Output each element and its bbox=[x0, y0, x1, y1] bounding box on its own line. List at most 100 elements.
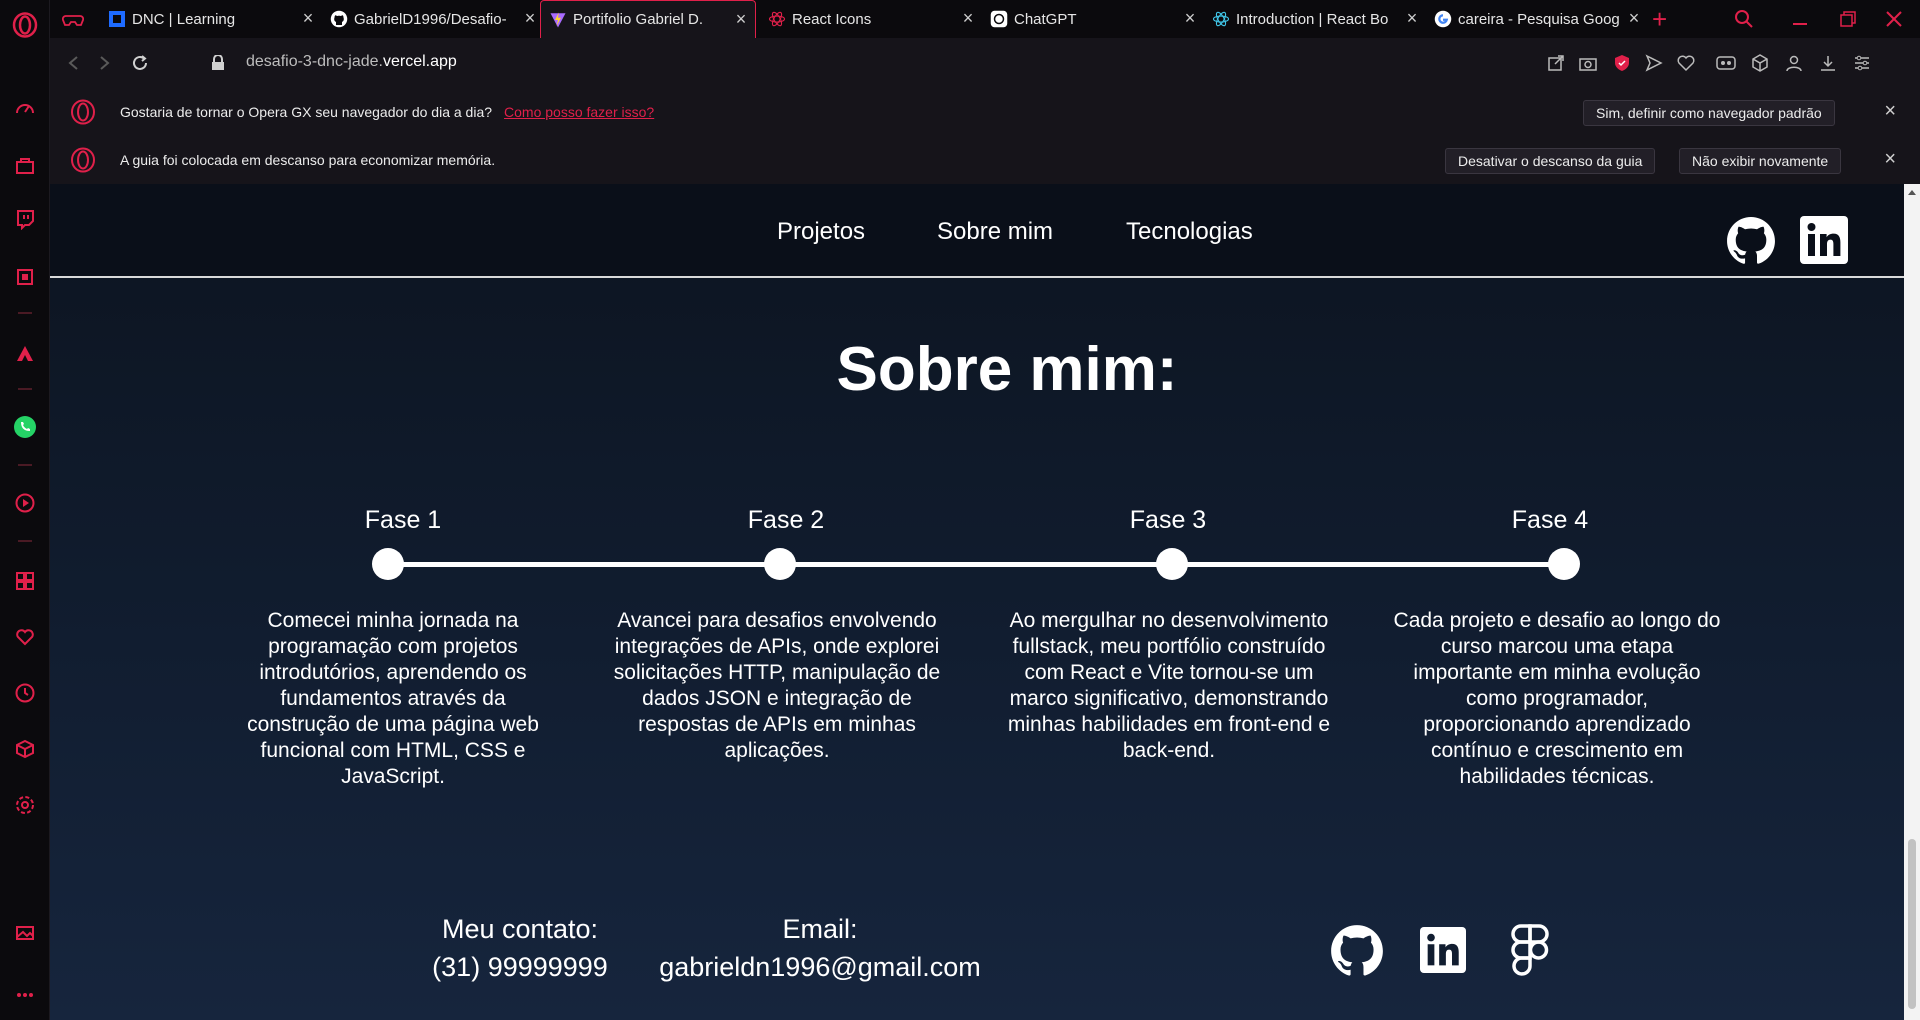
camera-icon[interactable] bbox=[1576, 51, 1600, 75]
close-icon[interactable]: × bbox=[1884, 149, 1896, 169]
how-to-link[interactable]: Como posso fazer isso? bbox=[504, 104, 654, 120]
send-icon[interactable] bbox=[1642, 51, 1666, 75]
settings-icon[interactable] bbox=[12, 792, 38, 818]
github-icon[interactable] bbox=[1330, 924, 1384, 978]
dnc-favicon-icon bbox=[108, 10, 126, 28]
site-header: Projetos Sobre mim Tecnologias bbox=[50, 184, 1904, 278]
chatgpt-favicon-icon bbox=[990, 10, 1008, 28]
tab-chatgpt[interactable]: ChatGPT × bbox=[982, 0, 1204, 38]
opera-logo-icon bbox=[70, 147, 96, 176]
opera-sidebar bbox=[0, 0, 50, 1020]
tab-title: careira - Pesquisa Goog bbox=[1458, 10, 1620, 28]
shopping-bag-icon[interactable] bbox=[12, 152, 38, 178]
tab-snooze-infobar: A guia foi colocada em descanso para eco… bbox=[50, 136, 1920, 184]
nav-sobre-mim[interactable]: Sobre mim bbox=[937, 218, 1053, 246]
gallery-icon[interactable] bbox=[12, 920, 38, 946]
set-default-button[interactable]: Sim, definir como navegador padrão bbox=[1583, 100, 1835, 126]
close-icon[interactable]: × bbox=[1884, 101, 1896, 121]
timeline-dot bbox=[1548, 548, 1580, 580]
email-label: Email: bbox=[782, 914, 858, 944]
lock-icon[interactable] bbox=[206, 51, 230, 75]
gamepad-icon[interactable] bbox=[60, 6, 86, 32]
adblock-shield-icon[interactable] bbox=[1610, 51, 1634, 75]
phase-label: Fase 2 bbox=[747, 506, 825, 534]
whatsapp-icon[interactable] bbox=[12, 414, 38, 440]
forward-icon[interactable] bbox=[92, 51, 116, 75]
timeline-dot bbox=[1156, 548, 1188, 580]
contact-email[interactable]: gabrieldn1996@gmail.com bbox=[610, 952, 1030, 983]
timeline-line bbox=[388, 562, 1566, 567]
page-scrollbar[interactable] bbox=[1904, 184, 1920, 1020]
url-field[interactable]: desafio-3-dnc-jade.vercel.app bbox=[246, 53, 457, 71]
linkedin-icon[interactable] bbox=[1800, 216, 1848, 264]
sidebar-separator bbox=[18, 388, 32, 390]
reload-icon[interactable] bbox=[128, 51, 152, 75]
tab-close-icon[interactable]: × bbox=[300, 9, 316, 27]
default-browser-infobar: Gostaria de tornar o Opera GX seu navega… bbox=[50, 88, 1920, 136]
scroll-up-icon[interactable] bbox=[1908, 190, 1916, 195]
profile-icon[interactable] bbox=[1782, 51, 1806, 75]
disable-snooze-button[interactable]: Desativar o descanso da guia bbox=[1445, 148, 1656, 174]
phase-description: Cada projeto e desafio ao longo do curso… bbox=[1393, 609, 1721, 788]
easy-setup-icon[interactable] bbox=[1850, 51, 1874, 75]
download-icon[interactable] bbox=[1816, 51, 1840, 75]
new-tab-plus-icon[interactable]: + bbox=[1652, 0, 1667, 38]
tab-close-icon[interactable]: × bbox=[733, 10, 749, 28]
tab-title: React Icons bbox=[792, 10, 872, 28]
phase-description: Avancei para desafios envolvendo integra… bbox=[613, 609, 941, 762]
more-icon[interactable] bbox=[12, 982, 38, 1008]
tab-github[interactable]: GabrielD1996/Desafio- × bbox=[322, 0, 544, 38]
url-prefix: desafio-3-dnc-jade. bbox=[246, 53, 383, 70]
share-icon[interactable] bbox=[1544, 51, 1568, 75]
section-title: Sobre mim: bbox=[836, 335, 1178, 404]
linkedin-icon[interactable] bbox=[1420, 927, 1468, 975]
history-icon[interactable] bbox=[12, 680, 38, 706]
nav-projetos[interactable]: Projetos bbox=[777, 218, 865, 246]
minimize-icon[interactable] bbox=[1792, 0, 1808, 38]
scrollbar-thumb[interactable] bbox=[1908, 839, 1916, 1009]
phase-description: Comecei minha jornada na programação com… bbox=[247, 609, 539, 788]
restore-icon[interactable] bbox=[1840, 0, 1856, 38]
timeline-dot bbox=[372, 548, 404, 580]
close-window-icon[interactable] bbox=[1886, 0, 1902, 38]
aria-icon[interactable] bbox=[12, 340, 38, 366]
sidebar-separator bbox=[18, 464, 32, 466]
dont-show-again-button[interactable]: Não exibir novamente bbox=[1679, 148, 1842, 174]
github-favicon-icon bbox=[330, 10, 348, 28]
vite-favicon-icon bbox=[549, 11, 567, 29]
bookmark-heart-icon[interactable] bbox=[1674, 51, 1698, 75]
nav-tecnologias[interactable]: Tecnologias bbox=[1126, 218, 1253, 246]
speed-dial-icon[interactable] bbox=[12, 96, 38, 122]
tab-close-icon[interactable]: × bbox=[1404, 9, 1420, 27]
tab-close-icon[interactable]: × bbox=[522, 9, 538, 27]
heart-icon[interactable] bbox=[12, 624, 38, 650]
tab-react-icons[interactable]: React Icons × bbox=[760, 0, 982, 38]
react-bootstrap-favicon-icon bbox=[1212, 10, 1230, 28]
tab-title: DNC | Learning bbox=[132, 10, 236, 28]
tab-close-icon[interactable]: × bbox=[1182, 9, 1198, 27]
extensions-cube-icon[interactable] bbox=[1748, 51, 1772, 75]
cube-icon[interactable] bbox=[12, 736, 38, 762]
vpn-badge-icon[interactable] bbox=[1714, 51, 1738, 75]
player-icon[interactable] bbox=[12, 490, 38, 516]
tab-react-bootstrap[interactable]: Introduction | React Bo × bbox=[1204, 0, 1426, 38]
tab-dnc-learning[interactable]: DNC | Learning × bbox=[100, 0, 322, 38]
search-tabs-icon[interactable] bbox=[1734, 0, 1754, 38]
tab-google-search[interactable]: careira - Pesquisa Goog × bbox=[1426, 0, 1648, 38]
opera-logo-icon[interactable] bbox=[12, 12, 38, 38]
address-bar: desafio-3-dnc-jade.vercel.app bbox=[50, 38, 1920, 88]
tab-title: ChatGPT bbox=[1014, 10, 1077, 28]
back-icon[interactable] bbox=[62, 51, 86, 75]
timeline-dot bbox=[764, 548, 796, 580]
figma-icon[interactable] bbox=[1510, 923, 1550, 979]
twitch-icon[interactable] bbox=[12, 206, 38, 232]
url-domain: vercel.app bbox=[382, 53, 457, 70]
github-icon[interactable] bbox=[1726, 216, 1776, 266]
tab-close-icon[interactable]: × bbox=[960, 9, 976, 27]
workspaces-icon[interactable] bbox=[12, 568, 38, 594]
tab-close-icon[interactable]: × bbox=[1626, 9, 1642, 27]
tab-portfolio-active[interactable]: Portifolio Gabriel D. × bbox=[540, 0, 756, 38]
opera-logo-icon bbox=[70, 99, 96, 128]
gx-control-icon[interactable] bbox=[12, 264, 38, 290]
infobar-text: A guia foi colocada em descanso para eco… bbox=[120, 152, 496, 168]
